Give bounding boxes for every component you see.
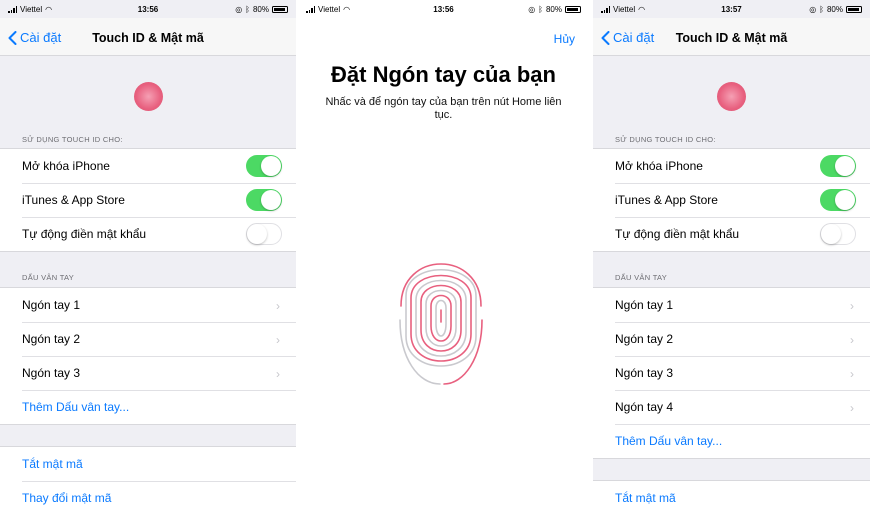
change-passcode-button[interactable]: Thay đổi mật mã bbox=[0, 481, 296, 513]
fingerprint-icon bbox=[399, 263, 483, 385]
row-label: Mở khóa iPhone bbox=[615, 159, 703, 173]
chevron-right-icon: › bbox=[850, 333, 854, 347]
toggle-row-unlock: Mở khóa iPhone bbox=[593, 149, 870, 183]
battery-percent: 80% bbox=[252, 5, 269, 14]
page-title: Đặt Ngón tay của bạn bbox=[331, 62, 556, 87]
add-fingerprint-button[interactable]: Thêm Dấu vân tay... bbox=[0, 390, 296, 424]
chevron-right-icon: › bbox=[276, 299, 280, 313]
battery-percent: 80% bbox=[826, 5, 843, 14]
status-bar: Viettel ◠ 13:56 ◎ ᛒ 80% bbox=[298, 0, 589, 18]
toggle-row-itunes: iTunes & App Store bbox=[0, 183, 296, 217]
row-label: iTunes & App Store bbox=[615, 193, 718, 207]
toggle-row-autofill: Tự động điền mật khẩu bbox=[593, 217, 870, 251]
list-item-finger-2[interactable]: Ngón tay 2 › bbox=[0, 322, 296, 356]
row-label: iTunes & App Store bbox=[22, 193, 125, 207]
section-header-fingerprints: DẤU VÂN TAY bbox=[615, 273, 668, 282]
bluetooth-icon: ᛒ bbox=[538, 5, 543, 14]
itunes-app-store-toggle[interactable] bbox=[820, 189, 856, 211]
chevron-right-icon: › bbox=[850, 299, 854, 313]
unlock-iphone-toggle[interactable] bbox=[820, 155, 856, 177]
alarm-icon: ◎ bbox=[235, 5, 243, 14]
list-item-finger-3[interactable]: Ngón tay 3 › bbox=[0, 356, 296, 390]
enroll-fingerprint-screen: Viettel ◠ 13:56 ◎ ᛒ 80% Hủy Đặt Ngón tay… bbox=[298, 0, 589, 513]
cancel-button[interactable]: Hủy bbox=[554, 32, 575, 46]
toggle-row-itunes: iTunes & App Store bbox=[593, 183, 870, 217]
autofill-password-toggle[interactable] bbox=[820, 223, 856, 245]
list-item-finger-4[interactable]: Ngón tay 4 › bbox=[593, 390, 870, 424]
list-item-finger-1[interactable]: Ngón tay 1 › bbox=[593, 288, 870, 322]
toggle-row-autofill: Tự động điền mật khẩu bbox=[0, 217, 296, 251]
list-item-finger-3[interactable]: Ngón tay 3 › bbox=[593, 356, 870, 390]
nav-bar: Cài đặt Touch ID & Mật mã bbox=[0, 18, 296, 56]
alarm-icon: ◎ bbox=[809, 5, 817, 14]
battery-icon bbox=[565, 6, 581, 13]
section-header-fingerprints: DẤU VÂN TAY bbox=[22, 273, 75, 282]
row-label: Mở khóa iPhone bbox=[22, 159, 110, 173]
fingerprint-list: Ngón tay 1 › Ngón tay 2 › Ngón tay 3 › Thêm… bbox=[0, 287, 296, 425]
list-item-finger-2[interactable]: Ngón tay 2 › bbox=[593, 322, 870, 356]
section-header-use: SỬ DỤNG TOUCH ID CHO: bbox=[22, 135, 123, 144]
turn-off-passcode-button[interactable]: Tắt mật mã bbox=[593, 481, 870, 513]
battery-icon bbox=[846, 6, 862, 13]
battery-icon bbox=[272, 6, 288, 13]
row-label: Tự động điền mật khẩu bbox=[22, 227, 147, 241]
nav-bar: Cài đặt Touch ID & Mật mã bbox=[593, 18, 870, 56]
touch-id-options: Mở khóa iPhone iTunes & App Store Tự độn… bbox=[593, 148, 870, 252]
toggle-row-unlock: Mở khóa iPhone bbox=[0, 149, 296, 183]
passcode-list: Tắt mật mã Thay đổi mật mã bbox=[0, 446, 296, 513]
battery-percent: 80% bbox=[545, 5, 562, 14]
status-bar: Viettel ◠ 13:57 ◎ ᛒ 80% bbox=[593, 0, 870, 18]
page-title: Touch ID & Mật mã bbox=[675, 31, 788, 45]
chevron-right-icon: › bbox=[276, 333, 280, 347]
settings-screen-1: Viettel ◠ 13:56 ◎ ᛒ 80% Cài đặt Touch ID… bbox=[0, 0, 296, 513]
bluetooth-icon: ᛒ bbox=[819, 5, 824, 14]
autofill-password-toggle[interactable] bbox=[246, 223, 282, 245]
chevron-right-icon: › bbox=[276, 367, 280, 381]
touch-id-options: Mở khóa iPhone iTunes & App Store Tự độn… bbox=[0, 148, 296, 252]
instruction-text: Nhấc và để ngón tay của bạn trên nút Hom… bbox=[325, 96, 562, 121]
alarm-icon: ◎ bbox=[528, 5, 536, 14]
settings-screen-2: Viettel ◠ 13:57 ◎ ᛒ 80% Cài đặt Touch ID… bbox=[593, 0, 870, 513]
itunes-app-store-toggle[interactable] bbox=[246, 189, 282, 211]
turn-off-passcode-button[interactable]: Tắt mật mã bbox=[0, 447, 296, 481]
passcode-list: Tắt mật mã bbox=[593, 480, 870, 513]
fingerprint-icon bbox=[717, 81, 746, 111]
bluetooth-icon: ᛒ bbox=[245, 5, 250, 14]
add-fingerprint-button[interactable]: Thêm Dấu vân tay... bbox=[593, 424, 870, 458]
row-label: Tự động điền mật khẩu bbox=[615, 227, 740, 241]
unlock-iphone-toggle[interactable] bbox=[246, 155, 282, 177]
fingerprint-icon bbox=[133, 81, 163, 111]
page-title: Touch ID & Mật mã bbox=[92, 31, 204, 45]
chevron-right-icon: › bbox=[850, 401, 854, 415]
status-bar: Viettel ◠ 13:56 ◎ ᛒ 80% bbox=[0, 0, 296, 18]
fingerprint-list: Ngón tay 1 › Ngón tay 2 › Ngón tay 3 › Ngón… bbox=[593, 287, 870, 459]
chevron-right-icon: › bbox=[850, 367, 854, 381]
list-item-finger-1[interactable]: Ngón tay 1 › bbox=[0, 288, 296, 322]
section-header-use: SỬ DỤNG TOUCH ID CHO: bbox=[615, 135, 716, 144]
